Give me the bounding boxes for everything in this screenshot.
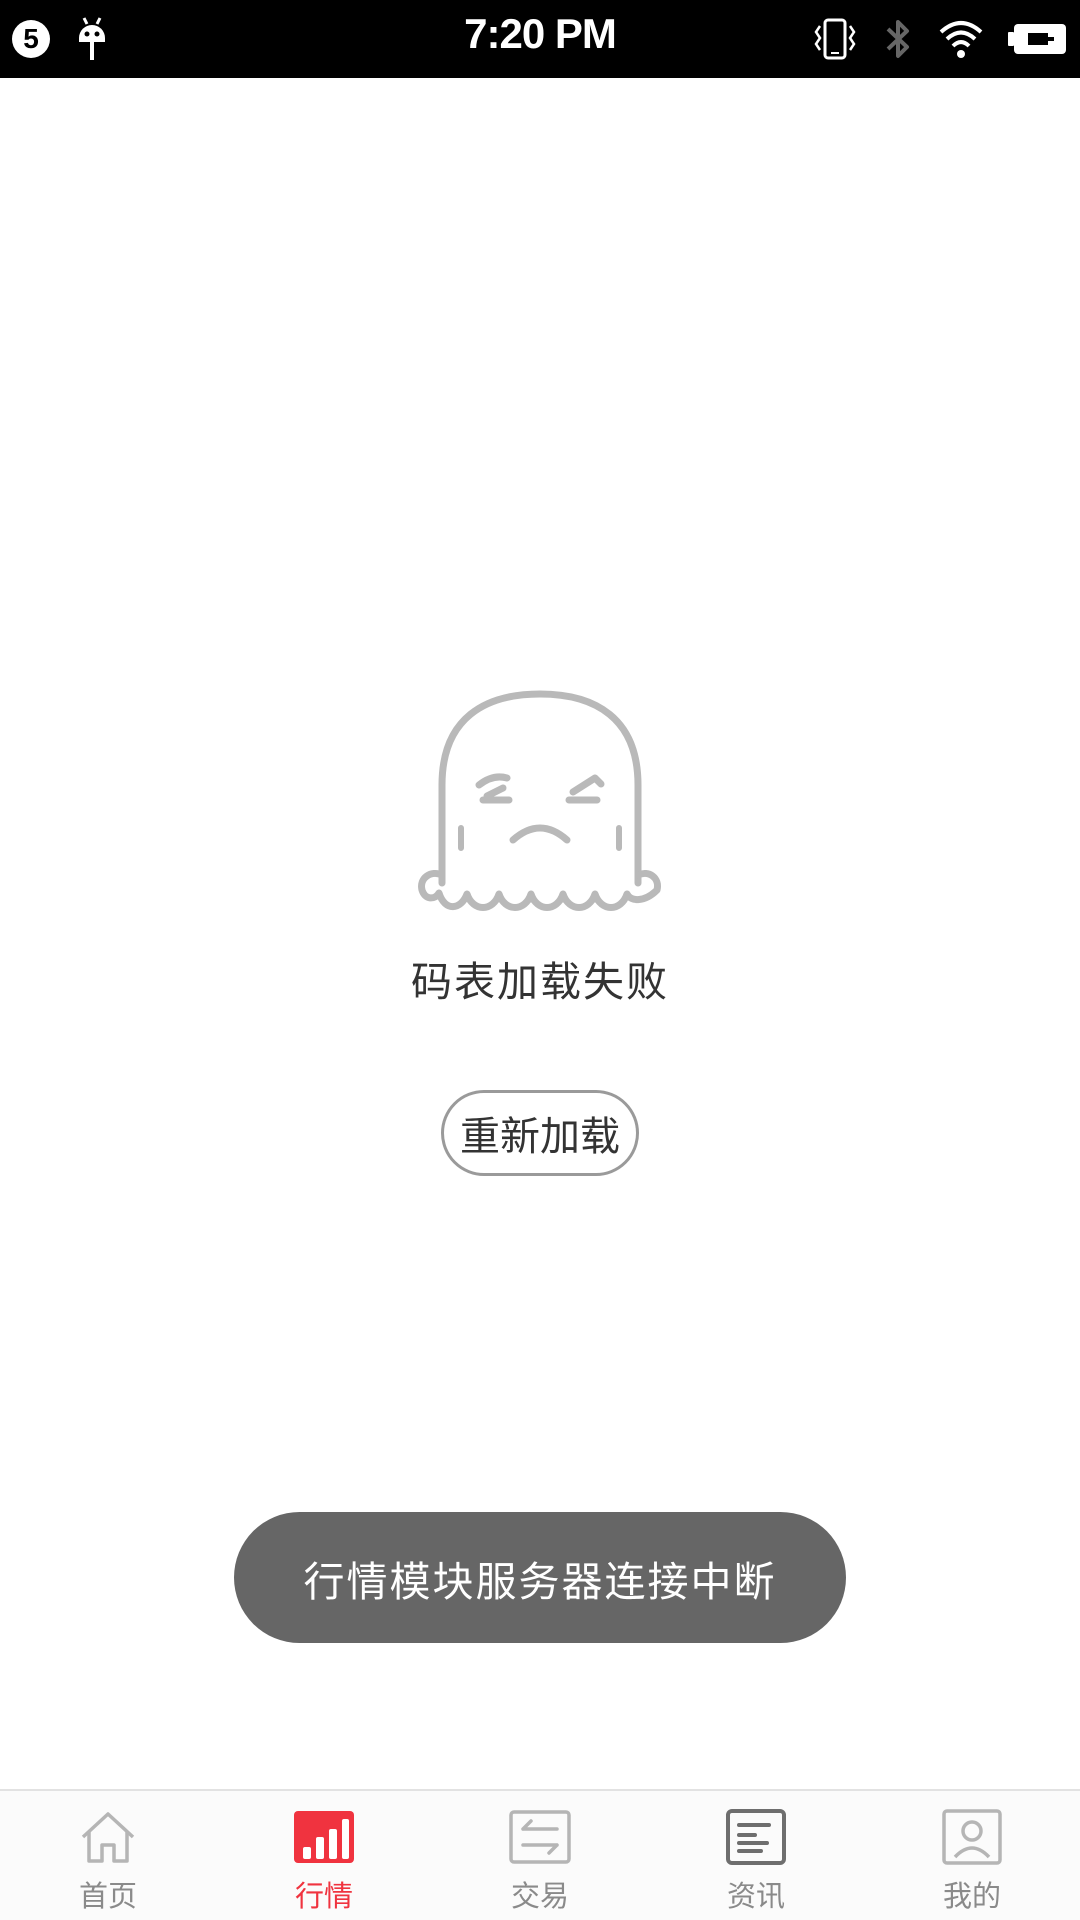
trade-arrows-icon — [509, 1810, 571, 1864]
error-message: 码表加载失败 — [411, 958, 669, 1006]
status-bar-right — [812, 14, 1068, 64]
nav-item-trade[interactable]: 交易 — [432, 1791, 648, 1920]
profile-icon — [942, 1809, 1002, 1865]
nav-label-profile: 我的 — [942, 1879, 1001, 1913]
nav-label-trade: 交易 — [510, 1879, 569, 1913]
nav-label-market: 行情 — [294, 1879, 353, 1913]
nav-item-market[interactable]: 行情 — [216, 1791, 432, 1920]
bluetooth-icon — [886, 20, 909, 58]
home-icon — [81, 1812, 135, 1863]
wifi-icon — [939, 21, 983, 58]
error-state: 码表加载失败 重新加载 — [0, 680, 1080, 1176]
news-icon — [726, 1809, 786, 1865]
sad-ghost-icon — [418, 690, 661, 911]
battery-charging-icon — [1008, 24, 1066, 54]
vibrate-icon — [814, 18, 856, 60]
nav-item-profile[interactable]: 我的 — [864, 1791, 1080, 1920]
status-bar: 5 7:20 PM — [0, 0, 1080, 78]
nav-label-news: 资讯 — [726, 1879, 785, 1913]
market-chart-icon — [294, 1811, 354, 1863]
reload-button[interactable]: 重新加载 — [441, 1090, 639, 1176]
toast-message: 行情模块服务器连接中断 — [234, 1512, 846, 1643]
nav-label-home: 首页 — [78, 1879, 137, 1913]
nav-item-home[interactable]: 首页 — [0, 1791, 216, 1920]
nav-item-news[interactable]: 资讯 — [648, 1791, 864, 1920]
bottom-nav: 首页 行情 交易 资讯 我的 — [0, 1789, 1080, 1920]
